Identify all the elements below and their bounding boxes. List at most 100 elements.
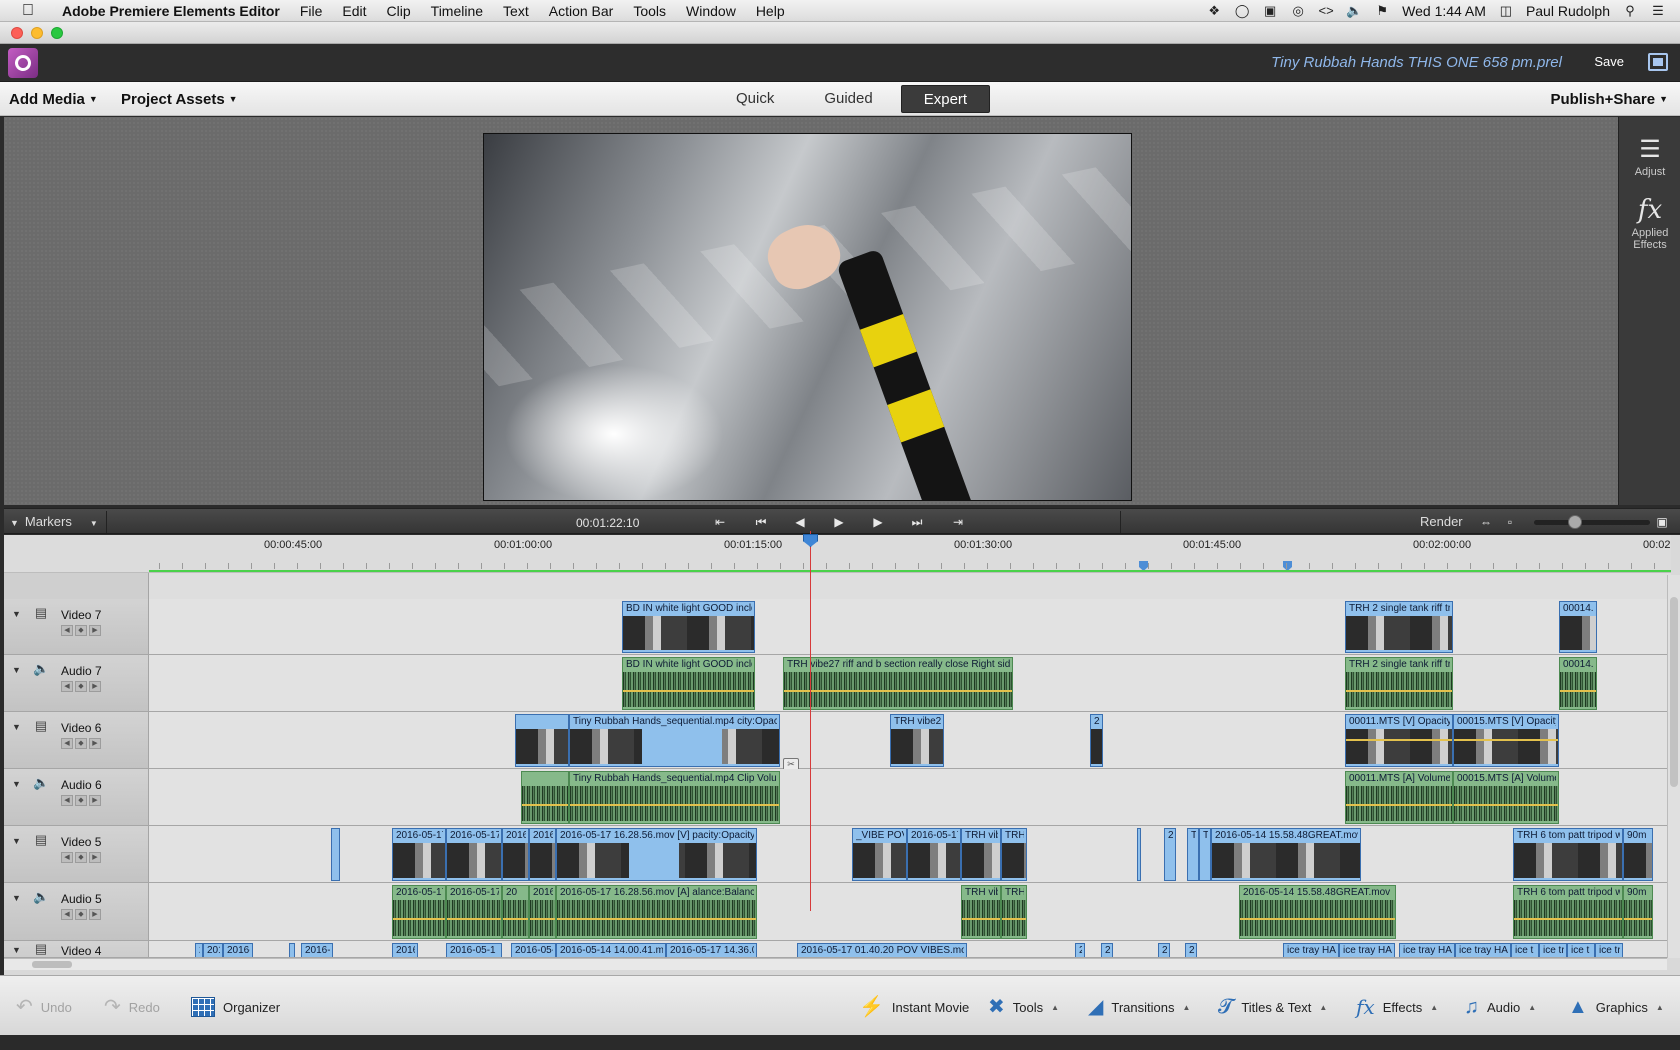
minimize-window-button[interactable] bbox=[31, 27, 43, 39]
redo-button[interactable]: ↷ Redo bbox=[104, 997, 160, 1017]
video-clip[interactable]: TRH 6 tom patt tripod wid bbox=[1513, 828, 1623, 881]
video-clip[interactable]: ice tr bbox=[1595, 943, 1623, 957]
close-window-button[interactable] bbox=[11, 27, 23, 39]
organizer-button[interactable]: Organizer bbox=[191, 997, 280, 1017]
video-clip[interactable]: 2 bbox=[1075, 943, 1085, 957]
next-keyframe-icon[interactable]: ▶ bbox=[89, 738, 101, 749]
menu-clip[interactable]: Clip bbox=[377, 0, 421, 22]
video-clip[interactable]: 2016-05-17 14.36.0 bbox=[666, 943, 757, 957]
us-flag-icon[interactable]: ⚑ bbox=[1374, 3, 1390, 18]
audio-clip[interactable]: TRH vibe bbox=[961, 885, 1001, 939]
audio-clip[interactable]: 00014.M bbox=[1559, 657, 1597, 710]
audio-clip[interactable]: TRH 6 tom patt tripod wid bbox=[1513, 885, 1623, 939]
effects-button[interactable]: fx Effects ▲ bbox=[1356, 997, 1438, 1017]
display-icon[interactable]: ▣ bbox=[1262, 3, 1278, 18]
video-clip[interactable]: ice tray HA bbox=[1283, 943, 1339, 957]
timeline-horizontal-scrollbar[interactable] bbox=[4, 958, 1667, 970]
track-content[interactable]: 2016-05-17 2016-05-17 1 2016- 2016- 2016… bbox=[149, 826, 1671, 882]
video-clip[interactable]: ice tray HA bbox=[1339, 943, 1395, 957]
audio-clip[interactable]: BD IN white light GOOD incld 4 bbox=[622, 657, 755, 710]
expand-track-icon[interactable]: ▼ bbox=[12, 893, 21, 903]
tab-guided[interactable]: Guided bbox=[802, 85, 894, 113]
go-to-start-icon[interactable]: ⇤ bbox=[710, 512, 730, 532]
menu-help[interactable]: Help bbox=[746, 0, 795, 22]
video-clip[interactable]: 20 bbox=[1185, 943, 1197, 957]
audio-clip[interactable]: 90m bbox=[1623, 885, 1653, 939]
playhead-line[interactable] bbox=[810, 531, 811, 911]
menu-text[interactable]: Text bbox=[493, 0, 539, 22]
timeline-zoom-handle[interactable] bbox=[1568, 515, 1582, 529]
step-forward-icon[interactable]: ▶ bbox=[868, 512, 888, 532]
video-clip[interactable]: 2016- bbox=[529, 828, 556, 881]
prev-keyframe-icon[interactable]: ◀ bbox=[61, 795, 73, 806]
video-clip[interactable]: 2016-05-17 16.28.56.mov [V] pacity:Opaci… bbox=[556, 828, 757, 881]
video-clip[interactable]: TRH v bbox=[1001, 828, 1027, 881]
audio-clip[interactable]: TRH 2 single tank riff tripo bbox=[1345, 657, 1453, 710]
panel-toggle-icon[interactable]: ▣ bbox=[1652, 512, 1672, 532]
dropbox-icon[interactable]: ❖ bbox=[1206, 3, 1222, 18]
audio-clip[interactable]: 2016-05-17 16.28.56.mov [A] alance:Balan… bbox=[556, 885, 757, 939]
zoom-window-button[interactable] bbox=[51, 27, 63, 39]
menu-action-bar[interactable]: Action Bar bbox=[539, 0, 624, 22]
video-clip[interactable]: 2016- bbox=[223, 943, 253, 957]
video-clip[interactable]: TRH vibe bbox=[961, 828, 1001, 881]
premiere-elements-logo-icon[interactable] bbox=[8, 48, 38, 78]
add-keyframe-icon[interactable]: ◆ bbox=[75, 909, 87, 920]
prev-keyframe-icon[interactable]: ◀ bbox=[61, 852, 73, 863]
wifi-icon[interactable]: ◎ bbox=[1290, 3, 1306, 18]
fit-timeline-icon[interactable]: ⇔ bbox=[1476, 512, 1496, 532]
project-assets-dropdown[interactable]: Project Assets ▼ bbox=[121, 91, 238, 108]
battery-icon[interactable]: ◫ bbox=[1498, 3, 1514, 18]
tools-button[interactable]: ✖ Tools ▲ bbox=[988, 997, 1059, 1017]
expand-track-icon[interactable]: ▼ bbox=[12, 779, 21, 789]
track-content[interactable]: BD IN white light GOOD incld 4 TRH 2 sin… bbox=[149, 599, 1671, 654]
audio-clip[interactable]: 2016-05-17 1 bbox=[446, 885, 502, 939]
time-ruler[interactable]: 00:00:45:00 00:01:00:00 00:01:15:00 00:0… bbox=[149, 535, 1671, 573]
track-content[interactable]: Tiny Rubbah Hands_sequential.mp4 city:Op… bbox=[149, 712, 1671, 771]
video-clip[interactable]: TRH vibe27 bbox=[890, 714, 944, 767]
publish-share-dropdown[interactable]: Publish+Share ▼ bbox=[1550, 91, 1668, 108]
go-to-end-icon[interactable]: ⇥ bbox=[948, 512, 968, 532]
expand-track-icon[interactable]: ▼ bbox=[12, 722, 21, 732]
add-keyframe-icon[interactable]: ◆ bbox=[75, 625, 87, 636]
menu-tools[interactable]: Tools bbox=[623, 0, 676, 22]
audio-clip[interactable]: Tiny Rubbah Hands_sequential.mp4 Clip Vo… bbox=[569, 771, 780, 824]
apple-menu-icon[interactable]:  bbox=[18, 1, 38, 21]
video-clip[interactable] bbox=[331, 828, 340, 881]
video-clip[interactable]: ice tray HAN bbox=[1455, 943, 1511, 957]
spotlight-search-icon[interactable]: ⚲ bbox=[1622, 3, 1638, 18]
track-content[interactable]: Tiny Rubbah Hands_sequential.mp4 Clip Vo… bbox=[149, 769, 1671, 825]
video-clip[interactable]: ice tray HAN bbox=[1399, 943, 1455, 957]
prev-keyframe-icon[interactable]: ◀ bbox=[61, 909, 73, 920]
add-keyframe-icon[interactable]: ◆ bbox=[75, 681, 87, 692]
menu-edit[interactable]: Edit bbox=[332, 0, 376, 22]
next-edit-icon[interactable]: ⏭ bbox=[907, 512, 927, 532]
track-content[interactable]: BD IN white light GOOD incld 4 TRH vibe2… bbox=[149, 655, 1671, 711]
video-clip[interactable]: 201 bbox=[203, 943, 223, 957]
clock[interactable]: Wed 1:44 AM bbox=[1402, 3, 1486, 19]
video-clip[interactable]: 2016-05-1 bbox=[446, 943, 502, 957]
video-clip[interactable]: 20 bbox=[1090, 714, 1103, 767]
video-clip[interactable]: Tr bbox=[1187, 828, 1199, 881]
video-clip[interactable]: ice t bbox=[1567, 943, 1595, 957]
markers-dropdown[interactable]: ▼ Markers ▼ bbox=[10, 514, 98, 529]
video-preview[interactable] bbox=[483, 133, 1132, 501]
scrollbar-thumb[interactable] bbox=[1670, 597, 1678, 787]
undo-button[interactable]: ↶ Undo bbox=[16, 997, 72, 1017]
video-clip[interactable]: 20 bbox=[1101, 943, 1113, 957]
video-clip[interactable]: BD IN white light GOOD incld 4 bbox=[622, 601, 755, 653]
menu-app-name[interactable]: Adobe Premiere Elements Editor bbox=[52, 0, 290, 22]
previous-edit-icon[interactable]: ⏮ bbox=[751, 512, 771, 532]
next-keyframe-icon[interactable]: ▶ bbox=[89, 852, 101, 863]
notification-list-icon[interactable]: ☰ bbox=[1650, 3, 1666, 18]
prev-keyframe-icon[interactable]: ◀ bbox=[61, 738, 73, 749]
video-clip[interactable]: 90m bbox=[1623, 828, 1653, 881]
video-clip[interactable]: 2016-05-14 15.58.48GREAT.mov [V] bbox=[1211, 828, 1361, 881]
code-icon[interactable]: <> bbox=[1318, 3, 1334, 18]
expand-track-icon[interactable]: ▼ bbox=[12, 836, 21, 846]
next-keyframe-icon[interactable]: ▶ bbox=[89, 909, 101, 920]
user-name[interactable]: Paul Rudolph bbox=[1526, 3, 1610, 19]
audio-clip[interactable]: 2016-05-1 bbox=[529, 885, 556, 939]
video-clip[interactable]: 20 bbox=[1164, 828, 1176, 881]
next-keyframe-icon[interactable]: ▶ bbox=[89, 625, 101, 636]
